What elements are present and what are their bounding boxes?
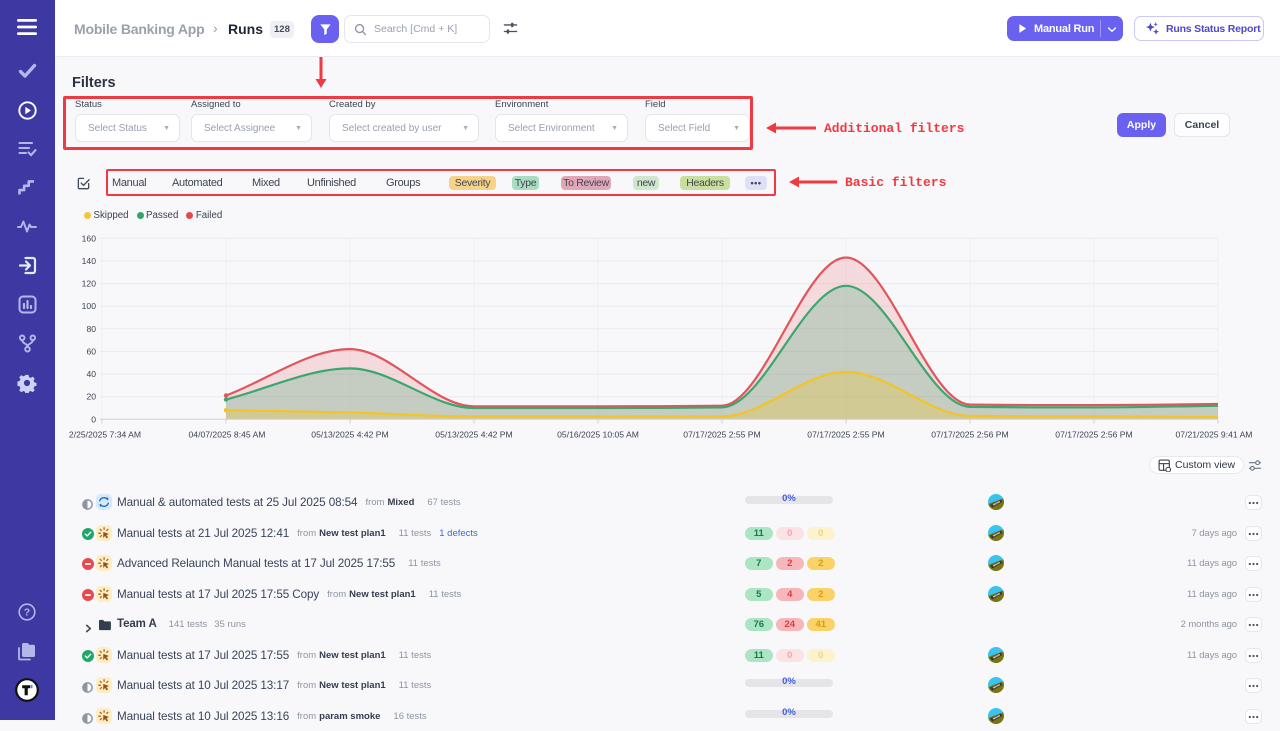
svg-text:07/17/2025 2:56 PM: 07/17/2025 2:56 PM (931, 430, 1008, 440)
svg-text:60: 60 (86, 346, 96, 356)
svg-text:04/07/2025 8:45 AM: 04/07/2025 8:45 AM (189, 430, 266, 440)
svg-text:140: 140 (82, 256, 97, 266)
svg-text:2/25/2025 7:34 AM: 2/25/2025 7:34 AM (69, 430, 141, 440)
svg-text:40: 40 (86, 369, 96, 379)
svg-text:05/13/2025 4:42 PM: 05/13/2025 4:42 PM (311, 430, 388, 440)
svg-text:07/17/2025 2:55 PM: 07/17/2025 2:55 PM (807, 430, 884, 440)
svg-text:20: 20 (86, 392, 96, 402)
svg-text:?: ? (24, 607, 30, 619)
svg-text:100: 100 (82, 301, 97, 311)
svg-text:07/17/2025 2:56 PM: 07/17/2025 2:56 PM (1055, 430, 1132, 440)
svg-text:120: 120 (82, 279, 97, 289)
svg-text:05/13/2025 4:42 PM: 05/13/2025 4:42 PM (435, 430, 512, 440)
svg-text:07/21/2025 9:41 AM: 07/21/2025 9:41 AM (1176, 430, 1253, 440)
svg-text:07/17/2025 2:55 PM: 07/17/2025 2:55 PM (683, 430, 760, 440)
svg-text:0: 0 (91, 414, 96, 424)
svg-text:80: 80 (86, 324, 96, 334)
svg-text:05/16/2025 10:05 AM: 05/16/2025 10:05 AM (557, 430, 639, 440)
